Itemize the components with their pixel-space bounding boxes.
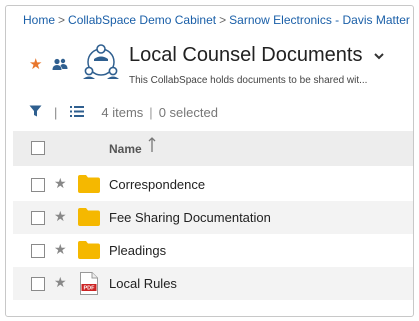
row-name[interactable]: Local Rules [109,276,177,291]
count-divider: | [149,105,153,120]
row-name[interactable]: Correspondence [109,177,205,192]
row-name[interactable]: Pleadings [109,243,166,258]
breadcrumb-cabinet[interactable]: CollabSpace Demo Cabinet [68,13,216,27]
items-count: 4 items [101,105,144,120]
folder-icon [78,175,100,198]
sort-ascending-icon[interactable] [148,137,156,158]
table-row[interactable]: ★ Pleadings [13,234,413,267]
selected-count: 0 selected [158,105,218,120]
folder-icon [78,241,100,264]
toolbar-divider: | [54,105,58,120]
group-network-icon [82,44,120,85]
table-row[interactable]: ★ PDF Local Rules [13,267,413,300]
star-icon[interactable]: ★ [29,57,42,72]
row-checkbox[interactable] [31,178,45,192]
row-checkbox[interactable] [31,211,45,225]
list-view-icon[interactable] [70,105,85,120]
star-icon[interactable]: ★ [54,209,67,223]
chevron-down-icon[interactable] [374,49,385,63]
title-row: Local Counsel Documents [129,44,385,67]
select-all-checkbox[interactable] [31,141,45,155]
breadcrumb-separator: > [58,13,66,27]
table-row[interactable]: ★ Fee Sharing Documentation [13,201,413,234]
star-icon[interactable]: ★ [54,242,67,256]
breadcrumb-matter[interactable]: Sarnow Electronics - Davis Matter - 2.88 [229,13,413,27]
folder-icon [78,208,100,231]
breadcrumb-home[interactable]: Home [23,13,55,27]
filter-icon[interactable] [29,105,42,120]
people-icon [52,58,68,76]
toolbar: | 4 items | 0 selected [29,105,218,120]
page-title: Local Counsel Documents [129,44,363,66]
collabspace-panel: Home > CollabSpace Demo Cabinet > Sarnow Ele… [5,5,414,317]
svg-text:PDF: PDF [84,286,96,292]
name-column-header[interactable]: Name [109,142,142,156]
table-header: Name [13,131,413,166]
pdf-file-icon: PDF [80,272,98,300]
breadcrumb-separator: > [219,13,227,27]
row-name[interactable]: Fee Sharing Documentation [109,210,271,225]
star-icon[interactable]: ★ [54,176,67,190]
star-icon[interactable]: ★ [54,275,67,289]
breadcrumb: Home > CollabSpace Demo Cabinet > Sarnow Ele… [23,13,413,27]
row-checkbox[interactable] [31,277,45,291]
collabspace-description: This CollabSpace holds documents to be s… [129,75,368,86]
table-row[interactable]: ★ Correspondence [13,168,413,201]
row-checkbox[interactable] [31,244,45,258]
